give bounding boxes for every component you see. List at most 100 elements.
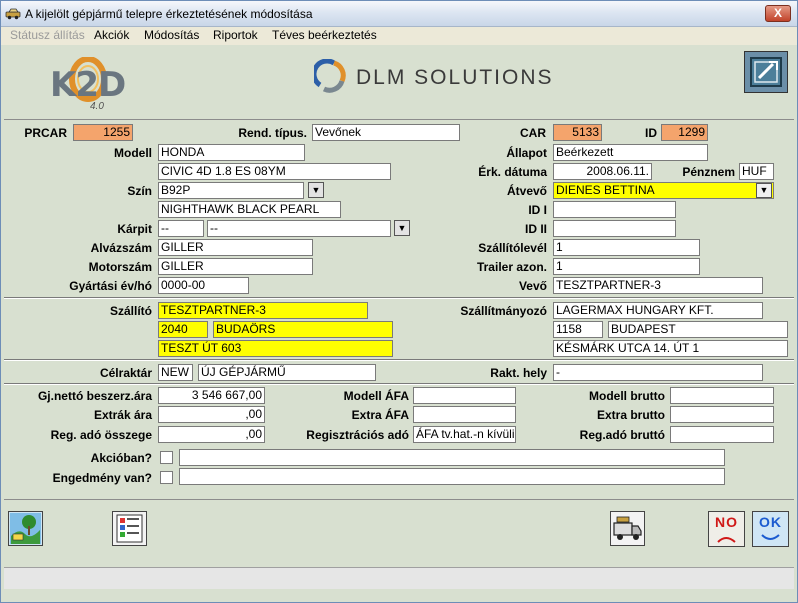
karpit-dropdown-button[interactable]: ▼ <box>394 220 410 236</box>
k2d-logo-text: K2D <box>50 65 126 105</box>
szallitmanyozo-field[interactable]: LAGERMAX HUNGARY KFT. <box>553 302 763 319</box>
engedmeny-text-field[interactable] <box>179 468 725 485</box>
no-button[interactable]: NO <box>708 511 745 547</box>
karpit-label: Kárpit <box>117 222 152 236</box>
szallito-field[interactable]: TESZTPARTNER-3 <box>158 302 368 319</box>
chevron-down-icon: ▼ <box>759 185 769 195</box>
motorszam-field[interactable]: GILLER <box>158 258 313 275</box>
vevo-field[interactable]: TESZTPARTNER-3 <box>553 277 763 294</box>
akcioban-text-field[interactable] <box>179 449 725 466</box>
rend-tipus-field[interactable]: Vevőnek <box>312 124 460 141</box>
engedmeny-checkbox[interactable] <box>160 471 173 484</box>
celraktar-name-field[interactable]: ÚJ GÉPJÁRMŰ <box>198 364 376 381</box>
alvazszam-field[interactable]: GILLER <box>158 239 313 256</box>
extra-brutto-field[interactable] <box>670 406 774 423</box>
close-button[interactable]: X <box>765 5 791 22</box>
divider-2 <box>4 359 794 361</box>
szallitmanyozo-city-field[interactable]: BUDAPEST <box>608 321 788 338</box>
motorszam-label: Motorszám <box>88 260 152 274</box>
szallitmanyozo-label: Szállítmányozó <box>460 304 547 318</box>
gyartasi-label: Gyártási év/hó <box>69 279 152 293</box>
dlm-brand: DLM SOLUTIONS <box>314 59 584 99</box>
szallito-zip-field[interactable]: 2040 <box>158 321 208 338</box>
frown-icon <box>717 537 736 543</box>
menu-modositas[interactable]: Módosítás <box>144 28 199 42</box>
extrak-ara-label: Extrák ára <box>93 408 152 422</box>
id-field[interactable]: 1299 <box>661 124 708 141</box>
celraktar-code-field[interactable]: NEW <box>158 364 193 381</box>
down-arrow-icon: ▼ <box>311 185 321 195</box>
status-bar <box>4 567 794 589</box>
karpit-desc-field[interactable]: -- <box>207 220 391 237</box>
window-title: A kijelölt gépjármű telepre érkeztetésén… <box>25 7 313 21</box>
engedmeny-label: Engedmény van? <box>52 471 152 485</box>
menu-akciok[interactable]: Akciók <box>94 28 129 42</box>
allapot-field[interactable]: Beérkezett <box>553 144 708 161</box>
menu-riportok[interactable]: Riportok <box>213 28 258 42</box>
prcar-field[interactable]: 1255 <box>73 124 133 141</box>
gj-netto-field[interactable]: 3 546 667,00 <box>158 387 265 404</box>
modell-field[interactable]: HONDA <box>158 144 305 161</box>
id2-field[interactable] <box>553 220 676 237</box>
map-button[interactable] <box>8 511 43 546</box>
modell-afa-field[interactable] <box>413 387 516 404</box>
trailer-label: Trailer azon. <box>476 260 547 274</box>
report-icon <box>116 514 143 543</box>
allapot-label: Állapot <box>506 146 547 160</box>
akcioban-label: Akcióban? <box>90 451 152 465</box>
atvevo-label: Átvevő <box>506 184 547 198</box>
karpit-field[interactable]: -- <box>158 220 204 237</box>
atvevo-dropdown-button[interactable]: ▼ <box>756 183 772 198</box>
menu-bar: Státusz állítás Akciók Módosítás Riporto… <box>1 27 797 45</box>
rakt-hely-field[interactable]: - <box>553 364 763 381</box>
id-label: ID <box>645 126 657 140</box>
divider-3 <box>4 383 794 385</box>
menu-statusz-allitas[interactable]: Státusz állítás <box>10 28 85 42</box>
rend-tipus-label: Rend. típus. <box>238 126 307 140</box>
szallitmanyozo-zip-field[interactable]: 1158 <box>553 321 603 338</box>
id1-label: ID I <box>528 203 547 217</box>
celraktar-label: Célraktár <box>99 366 152 380</box>
report-button[interactable] <box>112 511 147 546</box>
car-field[interactable]: 5133 <box>553 124 602 141</box>
szallitolevel-label: Szállítólevél <box>478 241 547 255</box>
header-area: K2D 4.0 DLM SOLUTIONS <box>4 47 794 117</box>
szallito-label: Szállító <box>109 304 152 318</box>
szallito-street-field[interactable]: TESZT ÚT 603 <box>158 340 393 357</box>
reg-ado-brutto-field[interactable] <box>670 426 774 443</box>
atvevo-select[interactable]: DIENES BETTINA <box>553 182 774 199</box>
edit-icon <box>750 57 782 87</box>
extrak-ara-field[interactable]: ,00 <box>158 406 265 423</box>
truck-icon <box>613 516 642 540</box>
modell-brutto-field[interactable] <box>670 387 774 404</box>
erk-datuma-field[interactable]: 2008.06.11. <box>553 163 652 180</box>
id1-field[interactable] <box>553 201 676 218</box>
extra-afa-label: Extra ÁFA <box>351 408 409 422</box>
prcar-label: PRCAR <box>24 126 67 140</box>
szallito-city-field[interactable]: BUDAÖRS <box>213 321 393 338</box>
akcioban-checkbox[interactable] <box>160 451 173 464</box>
menu-teves-beerkeztetes[interactable]: Téves beérkeztetés <box>272 28 377 42</box>
szallitolevel-field[interactable]: 1 <box>553 239 700 256</box>
szallitmanyozo-street-field[interactable]: KÉSMÁRK UTCA 14. ÚT 1 <box>553 340 788 357</box>
extra-afa-field[interactable] <box>413 406 516 423</box>
trailer-field[interactable]: 1 <box>553 258 700 275</box>
szin-desc-field[interactable]: NIGHTHAWK BLACK PEARL <box>158 201 341 218</box>
gyartasi-field[interactable]: 0000-00 <box>158 277 249 294</box>
szin-dropdown-button[interactable]: ▼ <box>308 182 324 198</box>
map-icon <box>10 513 41 544</box>
edit-button[interactable] <box>744 51 788 93</box>
regisztracios-ado-field[interactable]: ÁFA tv.hat.-n kívüli <box>413 426 516 443</box>
modell-desc-field[interactable]: CIVIC 4D 1.8 ES 08YM <box>158 163 391 180</box>
reg-ado-label: Reg. adó összege <box>50 428 152 442</box>
ok-button[interactable]: OK <box>752 511 789 547</box>
modell-brutto-label: Modell brutto <box>589 389 665 403</box>
main-window: A kijelölt gépjármű telepre érkeztetésén… <box>0 0 798 603</box>
szin-field[interactable]: B92P <box>158 182 304 199</box>
divider-1 <box>4 297 794 299</box>
reg-ado-field[interactable]: ,00 <box>158 426 265 443</box>
truck-button[interactable] <box>610 511 645 546</box>
modell-label: Modell <box>114 146 152 160</box>
id2-label: ID II <box>524 222 547 236</box>
penznem-field[interactable]: HUF <box>739 163 774 180</box>
